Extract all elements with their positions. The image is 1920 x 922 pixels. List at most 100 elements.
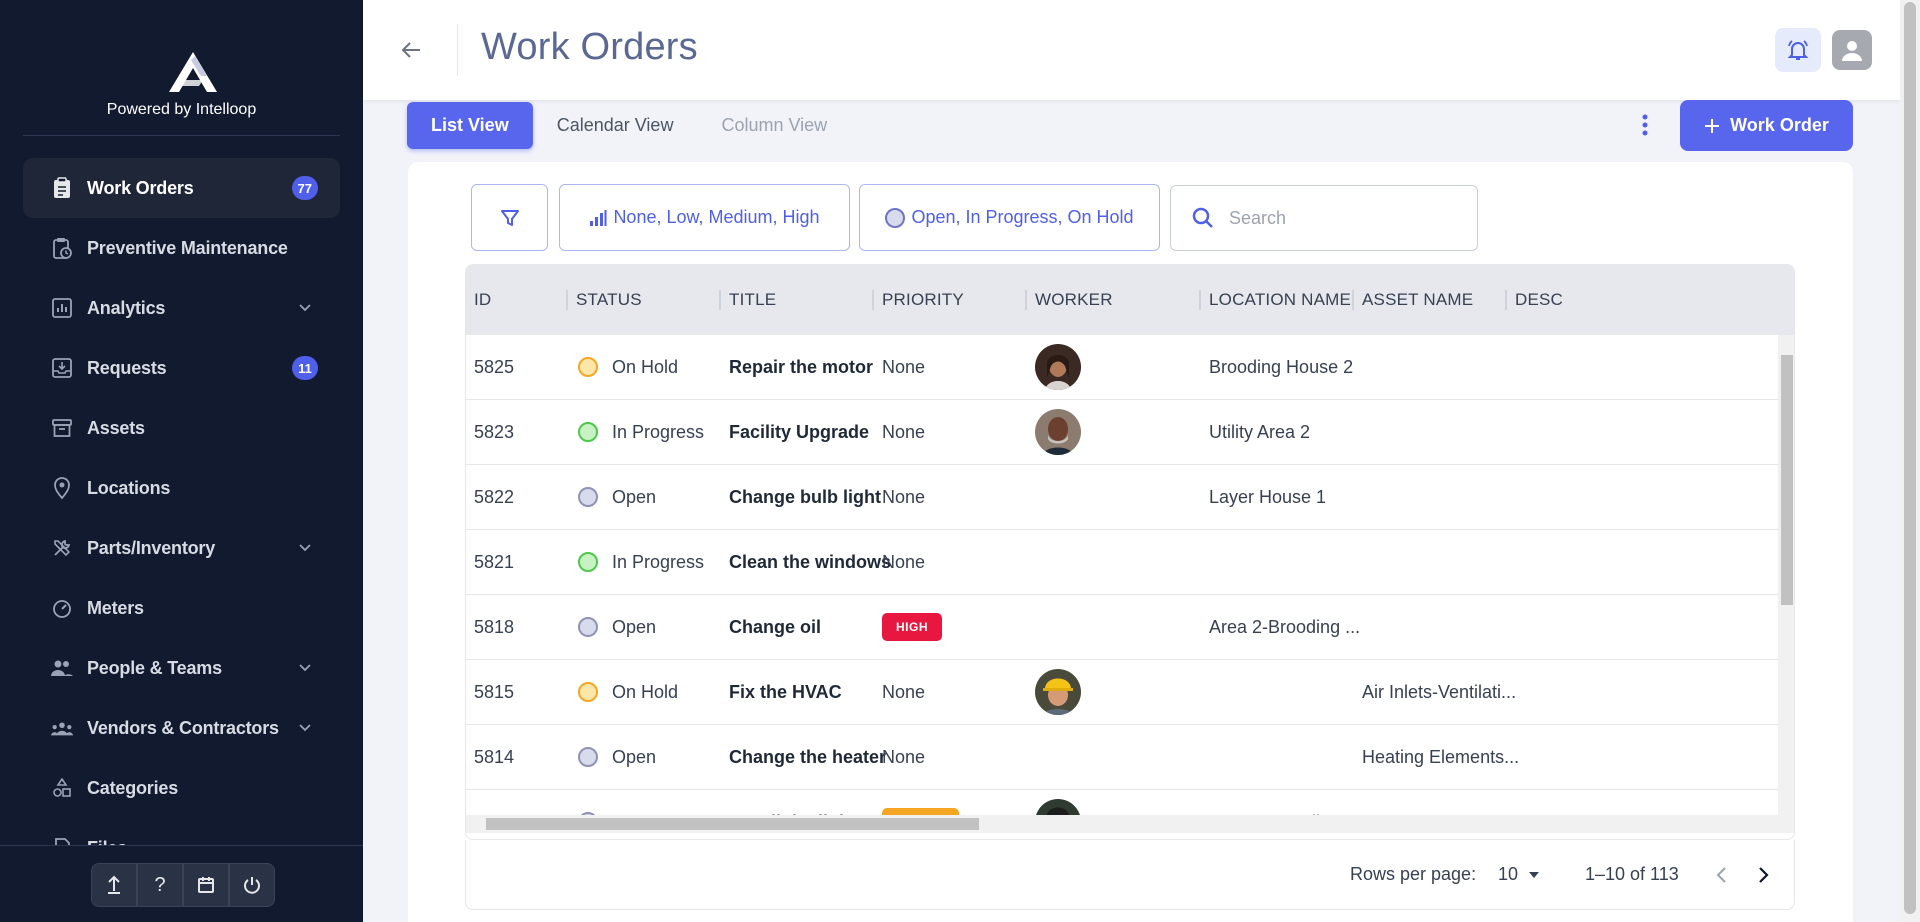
column-separator[interactable] [1505,290,1507,310]
tab-calendar-view[interactable]: Calendar View [533,102,698,149]
table-vertical-scrollbar[interactable] [1778,335,1794,815]
cell-id: 5822 [474,486,515,507]
cell-title: Repair the motor [729,356,874,377]
cell-title: Change bulb light [729,486,881,507]
status-dot-icon [578,487,598,507]
column-header-title[interactable]: TITLE [729,265,776,335]
help-button[interactable]: ? [137,863,183,907]
status-dot-icon [578,357,598,377]
footer-tool-group: ? [91,863,275,907]
worker-avatar[interactable] [1035,669,1081,715]
page-scrollbar[interactable] [1900,0,1920,922]
priority-badge: None [882,356,926,377]
table-vertical-scroll-thumb[interactable] [1781,355,1793,605]
column-separator[interactable] [1352,290,1354,310]
status-label: Open [612,746,657,767]
add-work-order-button[interactable]: Work Order [1680,100,1853,151]
worker-avatar[interactable] [1035,344,1081,390]
help-icon: ? [154,873,166,896]
power-button[interactable] [229,863,275,907]
search-box[interactable] [1170,185,1478,251]
sidebar-item-work-orders[interactable]: Work Orders 77 [23,158,340,218]
cell-id: 5815 [474,681,515,702]
header-divider [457,24,458,76]
column-header-location-name[interactable]: LOCATION NAME [1209,265,1351,335]
column-header-priority[interactable]: PRIORITY [882,265,964,335]
column-header-id[interactable]: ID [474,265,491,335]
sidebar-item-vendors-contractors[interactable]: Vendors & Contractors [23,698,340,758]
column-separator[interactable] [1025,290,1027,310]
tab-list-view[interactable]: List View [407,102,533,149]
worker-avatar[interactable] [1035,409,1081,455]
worker-avatar[interactable] [1035,799,1081,815]
table-row[interactable]: 5818 Open Change oil HIGH Area 2-Brooding ..… [466,595,1778,660]
cell-title: Clean the windows [729,551,892,572]
back-button[interactable] [393,32,429,68]
status-filter-chip[interactable]: Open, In Progress, On Hold [859,184,1160,251]
brand-tagline: Powered by Intelloop [106,101,257,118]
search-input[interactable] [1229,207,1469,229]
cell-id: 5814 [474,746,515,767]
sidebar-item-parts-inventory[interactable]: Parts/Inventory [23,518,340,578]
gauge-icon [51,597,73,619]
column-separator[interactable] [566,290,568,310]
sidebar-nav: Work Orders 77 Preventive Maintenance Analy… [23,158,340,878]
more-options-button[interactable] [1630,108,1660,142]
cell-id: 5821 [474,551,515,572]
table-row[interactable]: 5814 Open Change the heater None Heating Ele… [466,725,1778,790]
notifications-button[interactable] [1775,28,1821,72]
table-row[interactable]: 5823 In Progress Facility Upgrade None Utili… [466,400,1778,465]
column-header-status[interactable]: STATUS [576,265,642,335]
table-row[interactable]: 5805 Open Install the lights MEDIUM Area 1-B… [466,790,1778,815]
calendar-button[interactable] [183,863,229,907]
groups-icon [51,717,73,739]
clipboard-icon [51,177,73,199]
column-separator[interactable] [719,290,721,310]
cell-status: Open [578,725,656,789]
upload-button[interactable] [91,863,137,907]
table-row[interactable]: 5821 In Progress Clean the windows None [466,530,1778,595]
sidebar-item-preventive-maintenance[interactable]: Preventive Maintenance [23,218,340,278]
cell-priority: None [882,530,925,594]
column-separator[interactable] [1199,290,1201,310]
priority-filter-chip[interactable]: None, Low, Medium, High [559,184,850,251]
table-horizontal-scrollbar[interactable] [466,815,1794,833]
cell-status: Open [578,595,656,659]
column-header-desc[interactable]: DESC [1515,265,1563,335]
rows-per-page-select[interactable]: 10 [1498,864,1540,885]
column-separator[interactable] [872,290,874,310]
previous-page-button[interactable] [1706,860,1736,890]
next-page-button[interactable] [1749,860,1779,890]
user-avatar-button[interactable] [1832,30,1872,70]
sidebar-item-locations[interactable]: Locations [23,458,340,518]
work-orders-card: None, Low, Medium, High Open, In Progres… [408,162,1853,922]
pagination-range: 1–10 of 113 [1585,864,1679,884]
sidebar-item-analytics[interactable]: Analytics [23,278,340,338]
caret-down-icon [1529,871,1540,878]
table-row[interactable]: 5825 On Hold Repair the motor None Brooding … [466,335,1778,400]
tab-column-view[interactable]: Column View [697,102,851,149]
column-header-asset-name[interactable]: ASSET NAME [1362,265,1473,335]
cell-location: Area 2-Brooding ... [1209,616,1361,637]
chevron-down-icon [299,544,311,552]
chevron-left-icon [1716,866,1726,883]
cell-priority: None [882,465,925,529]
page-scroll-thumb[interactable] [1904,2,1916,914]
sidebar-item-requests[interactable]: Requests 11 [23,338,340,398]
sidebar-item-meters[interactable]: Meters [23,578,340,638]
cell-location: Layer House 1 [1209,486,1327,507]
table-row[interactable]: 5815 On Hold Fix the HVAC None Air Inlets-Ve… [466,660,1778,725]
sidebar-item-people-teams[interactable]: People & Teams [23,638,340,698]
bell-icon [1787,40,1809,60]
table-row[interactable]: 5822 Open Change bulb light None Layer House… [466,465,1778,530]
search-icon [1192,207,1213,228]
status-label: On Hold [612,681,679,702]
cell-id: 5818 [474,616,515,637]
table-horizontal-scroll-thumb[interactable] [486,818,979,830]
sidebar-item-categories[interactable]: Categories [23,758,340,818]
cell-asset: Heating Elements... [1362,746,1520,767]
column-header-worker[interactable]: WORKER [1035,265,1113,335]
sidebar-item-assets[interactable]: Assets [23,398,340,458]
filter-button[interactable] [471,184,548,251]
cell-id: 5823 [474,421,515,442]
